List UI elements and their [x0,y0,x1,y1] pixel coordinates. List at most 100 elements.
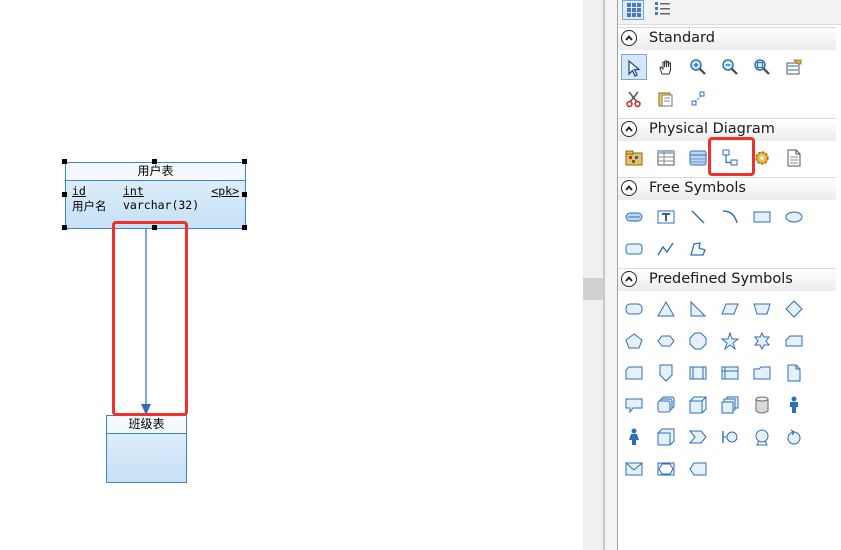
symbol-envelope[interactable] [621,456,647,482]
resize-handle[interactable] [62,159,67,164]
paste-tool[interactable] [653,86,679,112]
symbol-cut-corner[interactable] [621,360,647,386]
resize-handle[interactable] [62,225,67,230]
resize-handle[interactable] [242,192,247,197]
symbol-callout[interactable] [621,392,647,418]
symbol-parallelogram[interactable] [717,296,743,322]
symbol-internal-storage[interactable] [717,360,743,386]
symbol-triangle[interactable] [653,296,679,322]
symbol-cycle[interactable] [781,424,807,450]
hex-box-icon [657,462,675,476]
column-row-id[interactable]: id int <pk> [72,184,239,199]
list-view-button[interactable] [652,0,674,20]
column-key: <pk> [211,184,239,198]
file-tool[interactable] [781,145,807,171]
callout-icon [625,398,643,414]
rectangle-tool[interactable] [749,204,775,230]
section-free-header[interactable]: Free Symbols [618,177,836,200]
symbol-right-triangle[interactable] [685,296,711,322]
collapse-chevron-up-icon[interactable] [621,30,637,46]
entity-user-table[interactable]: 用户表 id int <pk> 用户名 varchar(32) [65,162,246,229]
section-standard-header[interactable]: Standard [618,27,836,50]
column-row-username[interactable]: 用户名 varchar(32) [72,198,239,213]
collapse-chevron-up-icon[interactable] [621,121,637,137]
scrollbar[interactable] [583,0,603,550]
symbol-document[interactable] [781,360,807,386]
reference-tool-highlight [708,137,755,176]
properties-tool[interactable] [781,54,807,80]
pointer-arrow-icon [628,59,641,77]
process-icon [689,366,707,380]
symbol-star5[interactable] [717,328,743,354]
line-icon [691,210,705,224]
package-tool[interactable] [621,145,647,171]
resize-handle[interactable] [242,159,247,164]
divider [605,0,617,550]
symbol-3d-box[interactable] [685,392,711,418]
icon-view-button[interactable] [622,0,644,20]
symbol-card[interactable] [781,328,807,354]
symbol-folder[interactable] [749,360,775,386]
symbol-interface[interactable] [717,424,743,450]
polygon-tool[interactable] [685,236,711,262]
cut-tool[interactable] [621,86,647,112]
column-type: varchar(32) [123,198,200,212]
rectangle-icon [753,211,771,223]
symbol-octagon[interactable] [685,328,711,354]
zoom-fit-tool[interactable] [749,54,775,80]
symbol-cylinder[interactable] [749,392,775,418]
rounded-box-icon [625,303,643,315]
symbol-box-3d[interactable] [653,424,679,450]
symbol-actor[interactable] [781,392,807,418]
arc-tool[interactable] [717,204,743,230]
table-tool[interactable] [653,145,679,171]
file-icon [787,149,801,167]
octagon-icon [689,332,707,350]
reference-highlight [112,221,188,416]
internal-storage-icon [721,366,739,380]
note-tool[interactable] [621,204,647,230]
symbol-trapezoid[interactable] [749,296,775,322]
pointer-tool[interactable] [621,54,647,80]
symbol-woman[interactable] [621,424,647,450]
zoom-out-tool[interactable] [717,54,743,80]
symbol-balloon[interactable] [749,424,775,450]
symbol-shield[interactable] [653,360,679,386]
section-predefined-header[interactable]: Predefined Symbols [618,268,836,291]
resize-handle[interactable] [152,159,157,164]
resize-handle[interactable] [62,192,67,197]
entity-class-table[interactable]: 班级表 [106,415,187,483]
symbol-display[interactable] [685,456,711,482]
cube-icon [689,396,707,414]
scrollbar-thumb[interactable] [583,278,603,300]
display-icon [689,462,707,476]
symbol-chevron[interactable] [685,424,711,450]
symbol-hexagon[interactable] [653,328,679,354]
ellipse-tool[interactable] [781,204,807,230]
symbol-star6[interactable] [749,328,775,354]
palette-view-toolbar [618,0,841,25]
line-tool[interactable] [685,204,711,230]
link-tool[interactable] [685,86,711,112]
hand-tool[interactable] [653,54,679,80]
symbol-process[interactable] [685,360,711,386]
scissors-icon [626,91,641,108]
zoom-in-tool[interactable] [685,54,711,80]
section-title: Physical Diagram [649,121,775,137]
symbol-stacked-docs[interactable] [653,392,679,418]
polyline-icon [657,242,674,256]
diagram-canvas[interactable]: 用户表 id int <pk> 用户名 varchar(32) 班级表 [0,0,583,550]
symbol-pentagon[interactable] [621,328,647,354]
symbol-rounded-box[interactable] [621,296,647,322]
collapse-chevron-up-icon[interactable] [621,271,637,287]
resize-handle[interactable] [242,225,247,230]
symbol-hex-box[interactable] [653,456,679,482]
collapse-chevron-up-icon[interactable] [621,180,637,196]
symbol-stacked-boxes[interactable] [717,392,743,418]
balloon-icon [755,429,769,446]
rounded-rectangle-tool[interactable] [621,236,647,262]
text-tool[interactable] [653,204,679,230]
symbol-diamond[interactable] [781,296,807,322]
polyline-tool[interactable] [653,236,679,262]
stacked-boxes-icon [721,396,739,414]
